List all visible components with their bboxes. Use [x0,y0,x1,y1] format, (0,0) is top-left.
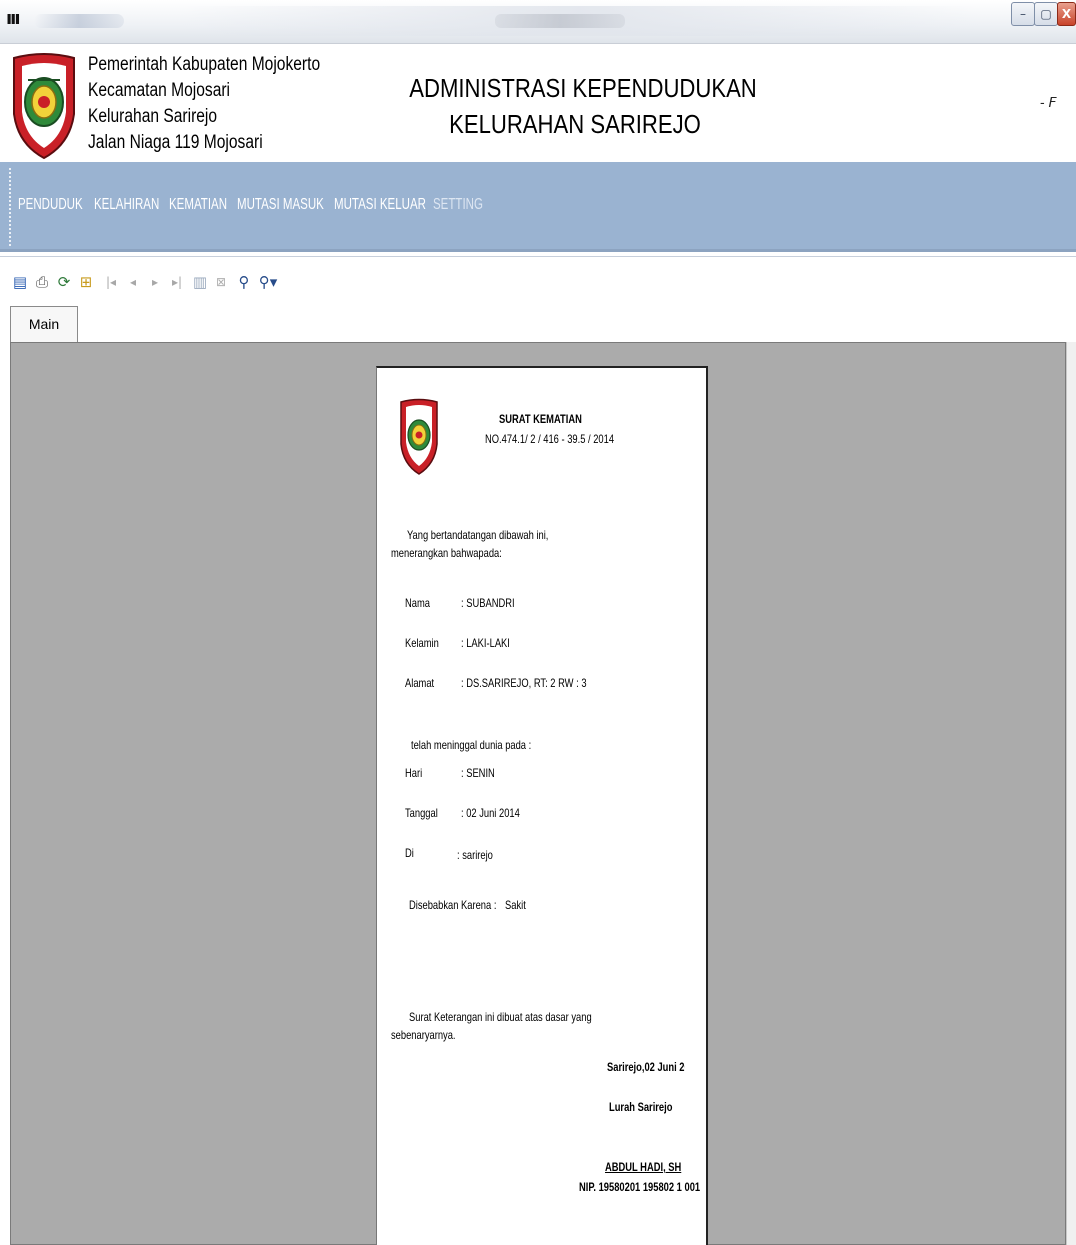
nama-label: Nama [405,596,430,610]
kelamin-label: Kelamin [405,636,439,650]
menu-item-mutasi-masuk[interactable]: MUTASI MASUK [237,196,324,214]
address-line-1: Pemerintah Kabupaten Mojokerto [88,54,321,75]
next-page-icon[interactable]: ▸ [148,273,162,291]
office-address: Pemerintah Kabupaten Mojokerto Kecamatan… [88,52,371,156]
report-page: SURAT KEMATIAN NO.474.1/ 2 / 416 - 39.5 … [376,366,708,1245]
intro-line-1: Yang bertandatangan dibawah ini, [407,528,549,542]
previous-page-icon[interactable]: ◂ [126,273,140,291]
export-icon[interactable]: ▤ [12,273,28,291]
group-tree-icon[interactable]: ⊞ [78,273,94,291]
hari-value: : SENIN [461,766,495,780]
kelamin-value: : LAKI-LAKI [461,636,510,650]
di-label: Di [405,846,414,860]
zoom-icon[interactable]: ⚲▾ [256,273,280,291]
headline-line-2: KELURAHAN SARIREJO [449,109,701,139]
tanggal-label: Tanggal [405,806,438,820]
menu-item-penduduk[interactable]: PENDUDUK [18,196,83,214]
menu-items: PENDUDUK KELAHIRAN KEMATIAN MUTASI MASUK… [18,196,503,214]
alamat-label: Alamat [405,676,435,690]
report-title: SURAT KEMATIAN [499,412,582,426]
signatory-name: ABDUL HADI, SH [605,1160,682,1174]
menu-item-mutasi-keluar[interactable]: MUTASI KELUAR [334,196,426,214]
refresh-icon[interactable]: ⟳ [56,273,72,291]
nama-value: : SUBANDRI [461,596,515,610]
hari-label: Hari [405,766,423,780]
maximize-button[interactable]: ▢ [1034,2,1058,26]
cause-label: Disebabkan Karena : [409,898,497,912]
tanggal-value: : 02 Juni 2014 [461,806,520,820]
vertical-scrollbar[interactable] [1066,342,1076,1245]
closing-line-2: sebenaryarnya. [391,1028,456,1042]
cause-value: Sakit [505,898,526,912]
last-page-icon[interactable]: ▸| [170,273,184,291]
died-line: telah meninggal dunia pada : [411,738,532,752]
menu-item-kematian[interactable]: KEMATIAN [169,196,227,214]
window-titlebar: ııı – ▢ X [0,0,1076,44]
window-title [495,14,625,28]
address-line-4: Jalan Niaga 119 Mojosari [88,132,263,153]
address-line-2: Kecamatan Mojosari [88,80,231,101]
first-page-icon[interactable]: |◂ [104,273,118,291]
goto-page-icon[interactable]: ▥ [192,273,208,291]
report-crest-logo [400,398,438,475]
close-view-icon[interactable]: ⊠ [214,273,228,291]
main-menubar: PENDUDUK KELAHIRAN KEMATIAN MUTASI MASUK… [0,162,1076,252]
menu-item-setting[interactable]: SETTING [433,196,483,214]
closing-line-1: Surat Keterangan ini dibuat atas dasar y… [409,1010,592,1024]
mojokerto-crest-logo [13,53,75,160]
menubar-grip[interactable] [9,168,11,246]
blurred-title-region [34,14,124,28]
di-value: : sarirejo [457,848,493,862]
report-toolbar: ▤ ⎙ ⟳ ⊞ |◂ ◂ ▸ ▸| ▥ ⊠ ⚲ ⚲▾ [0,256,1076,304]
headline-line-1: ADMINISTRASI KEPENDUDUKAN [409,73,757,103]
position-title: Lurah Sarirejo [609,1100,673,1114]
app-headline: ADMINISTRASI KEPENDUDUKAN KELURAHAN SARI… [380,70,770,142]
mdi-window-controls[interactable]: - 𝘍 [1040,94,1057,111]
close-button[interactable]: X [1057,2,1076,26]
print-icon[interactable]: ⎙ [34,273,50,291]
tab-main-report[interactable]: Main Report [10,306,78,366]
place-date: Sarirejo,02 Juni 2014 [607,1060,685,1074]
app-header: Pemerintah Kabupaten Mojokerto Kecamatan… [0,44,1076,162]
signatory-nip: NIP. 19580201 195802 1 001 [579,1180,701,1194]
address-line-3: Kelurahan Sarirejo [88,106,218,127]
alamat-value: : DS.SARIREJO, RT: 2 RW : 3 [461,676,587,690]
intro-line-2: menerangkan bahwapada: [391,546,502,560]
people-icon: ııı [6,8,20,29]
report-number: NO.474.1/ 2 / 416 - 39.5 / 2014 [485,432,615,446]
search-icon[interactable]: ⚲ [236,273,252,291]
menu-item-kelahiran[interactable]: KELAHIRAN [94,196,159,214]
minimize-button[interactable]: – [1011,2,1035,26]
